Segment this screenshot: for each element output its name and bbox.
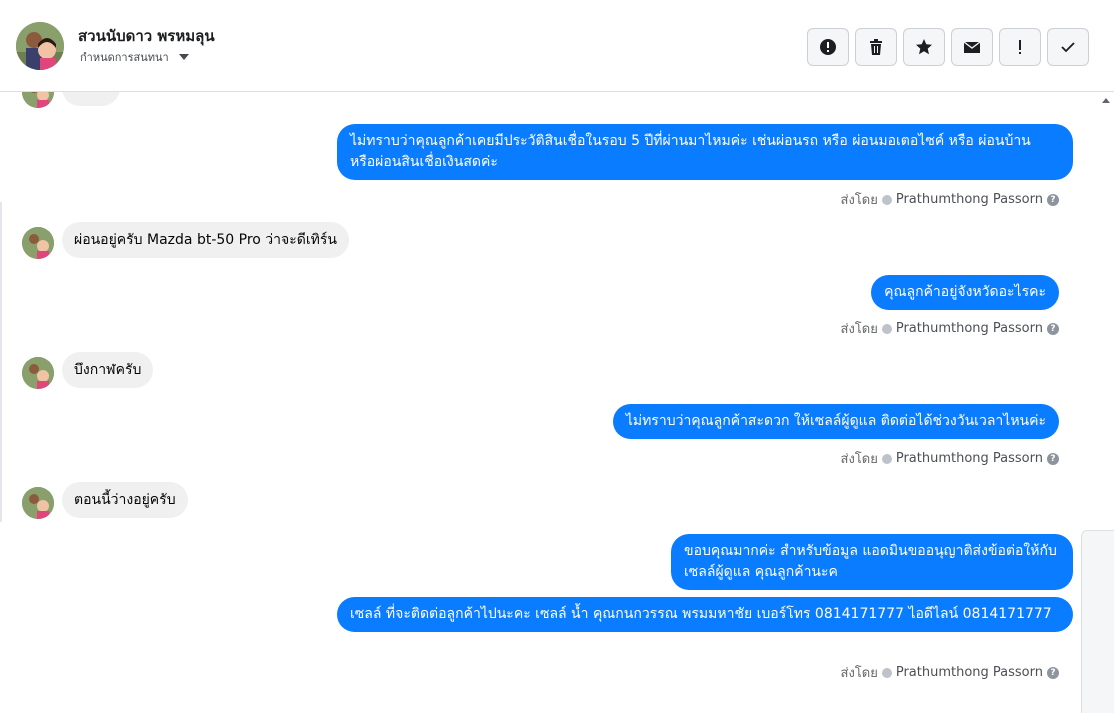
- agent-status-icon: [881, 667, 892, 678]
- star-icon: [916, 39, 932, 55]
- help-icon[interactable]: ?: [1047, 193, 1059, 206]
- help-icon[interactable]: ?: [1047, 452, 1059, 465]
- scroll-up-arrow-icon[interactable]: [1102, 98, 1110, 103]
- envelope-icon: [963, 41, 981, 53]
- contact-avatar-small: [22, 487, 54, 519]
- help-icon[interactable]: ?: [1047, 322, 1059, 335]
- agent-status-icon: [881, 453, 892, 464]
- sent-by-agent[interactable]: Prathumthong Passorn: [896, 192, 1043, 207]
- conversation-toolbar: [807, 28, 1089, 66]
- incoming-message: ตอนนี้ว่างอยู่ครับ: [62, 482, 188, 518]
- incoming-message: ผ่ครับ: [62, 92, 120, 106]
- incoming-message: ผ่อนอยู่ครับ Mazda bt-50 Pro ว่าจะดีเทิร…: [62, 222, 349, 258]
- sent-by-prefix: ส่งโดย: [840, 452, 878, 467]
- sent-by-agent[interactable]: Prathumthong Passorn: [896, 451, 1043, 466]
- side-panel-edge[interactable]: [1081, 530, 1114, 713]
- exclamation-icon: [1019, 40, 1021, 54]
- contact-avatar-small: [22, 92, 54, 108]
- sent-by-label: ส่งโดย Prathumthong Passorn ?: [841, 189, 1059, 210]
- sent-by-agent[interactable]: Prathumthong Passorn: [896, 665, 1043, 680]
- sent-by-label: ส่งโดย Prathumthong Passorn ?: [841, 448, 1059, 469]
- alert-circle-icon: [820, 39, 836, 55]
- contact-avatar-small: [22, 357, 54, 389]
- caret-down-icon: [178, 54, 189, 60]
- outgoing-message: คุณลูกค้าอยู่จังหวัดอะไรคะ: [871, 275, 1059, 310]
- assign-conversation-label: กำหนดการสนทนา: [80, 51, 169, 64]
- message-thread[interactable]: ผ่ครับ ไม่ทราบว่าคุณลูกค้าเคยมีประวัติสิ…: [0, 92, 1100, 713]
- contact-avatar[interactable]: [16, 22, 64, 70]
- sent-by-agent[interactable]: Prathumthong Passorn: [896, 321, 1043, 336]
- sent-by-prefix: ส่งโดย: [840, 322, 878, 337]
- sent-by-label: ส่งโดย Prathumthong Passorn ?: [841, 662, 1059, 683]
- sent-by-prefix: ส่งโดย: [840, 193, 878, 208]
- agent-status-icon: [881, 194, 892, 205]
- checkmark-icon: [1061, 42, 1075, 53]
- thread-left-border: [0, 202, 2, 522]
- outgoing-message: ไม่ทราบว่าคุณลูกค้าสะดวก ให้เซลล์ผู้ดูแล…: [612, 404, 1059, 439]
- agent-status-icon: [881, 323, 892, 334]
- outgoing-message: ขอบคุณมากค่ะ สำหรับข้อมูล แอดมินขออนุญาต…: [671, 534, 1073, 590]
- outgoing-message: เซลล์ ที่จะติดต่อลูกค้าไปนะคะ เซลล์ น้ำ …: [337, 597, 1073, 632]
- sent-by-prefix: ส่งโดย: [840, 666, 878, 681]
- mark-unread-button[interactable]: [951, 28, 993, 66]
- contact-avatar-small: [22, 227, 54, 259]
- spam-button[interactable]: [999, 28, 1041, 66]
- sent-by-label: ส่งโดย Prathumthong Passorn ?: [841, 318, 1059, 339]
- star-button[interactable]: [903, 28, 945, 66]
- conversation-header: สวนนับดาว พรหมลุน กำหนดการสนทนา: [0, 0, 1114, 92]
- mark-done-button[interactable]: [1047, 28, 1089, 66]
- contact-name[interactable]: สวนนับดาว พรหมลุน: [78, 24, 215, 48]
- assign-conversation-dropdown[interactable]: กำหนดการสนทนา: [80, 48, 189, 66]
- delete-button[interactable]: [855, 28, 897, 66]
- report-button[interactable]: [807, 28, 849, 66]
- trash-icon: [870, 39, 882, 55]
- incoming-message: บึงกาฬครับ: [62, 352, 154, 388]
- outgoing-message: ไม่ทราบว่าคุณลูกค้าเคยมีประวัติสินเชื่อใ…: [337, 124, 1073, 180]
- help-icon[interactable]: ?: [1047, 666, 1059, 679]
